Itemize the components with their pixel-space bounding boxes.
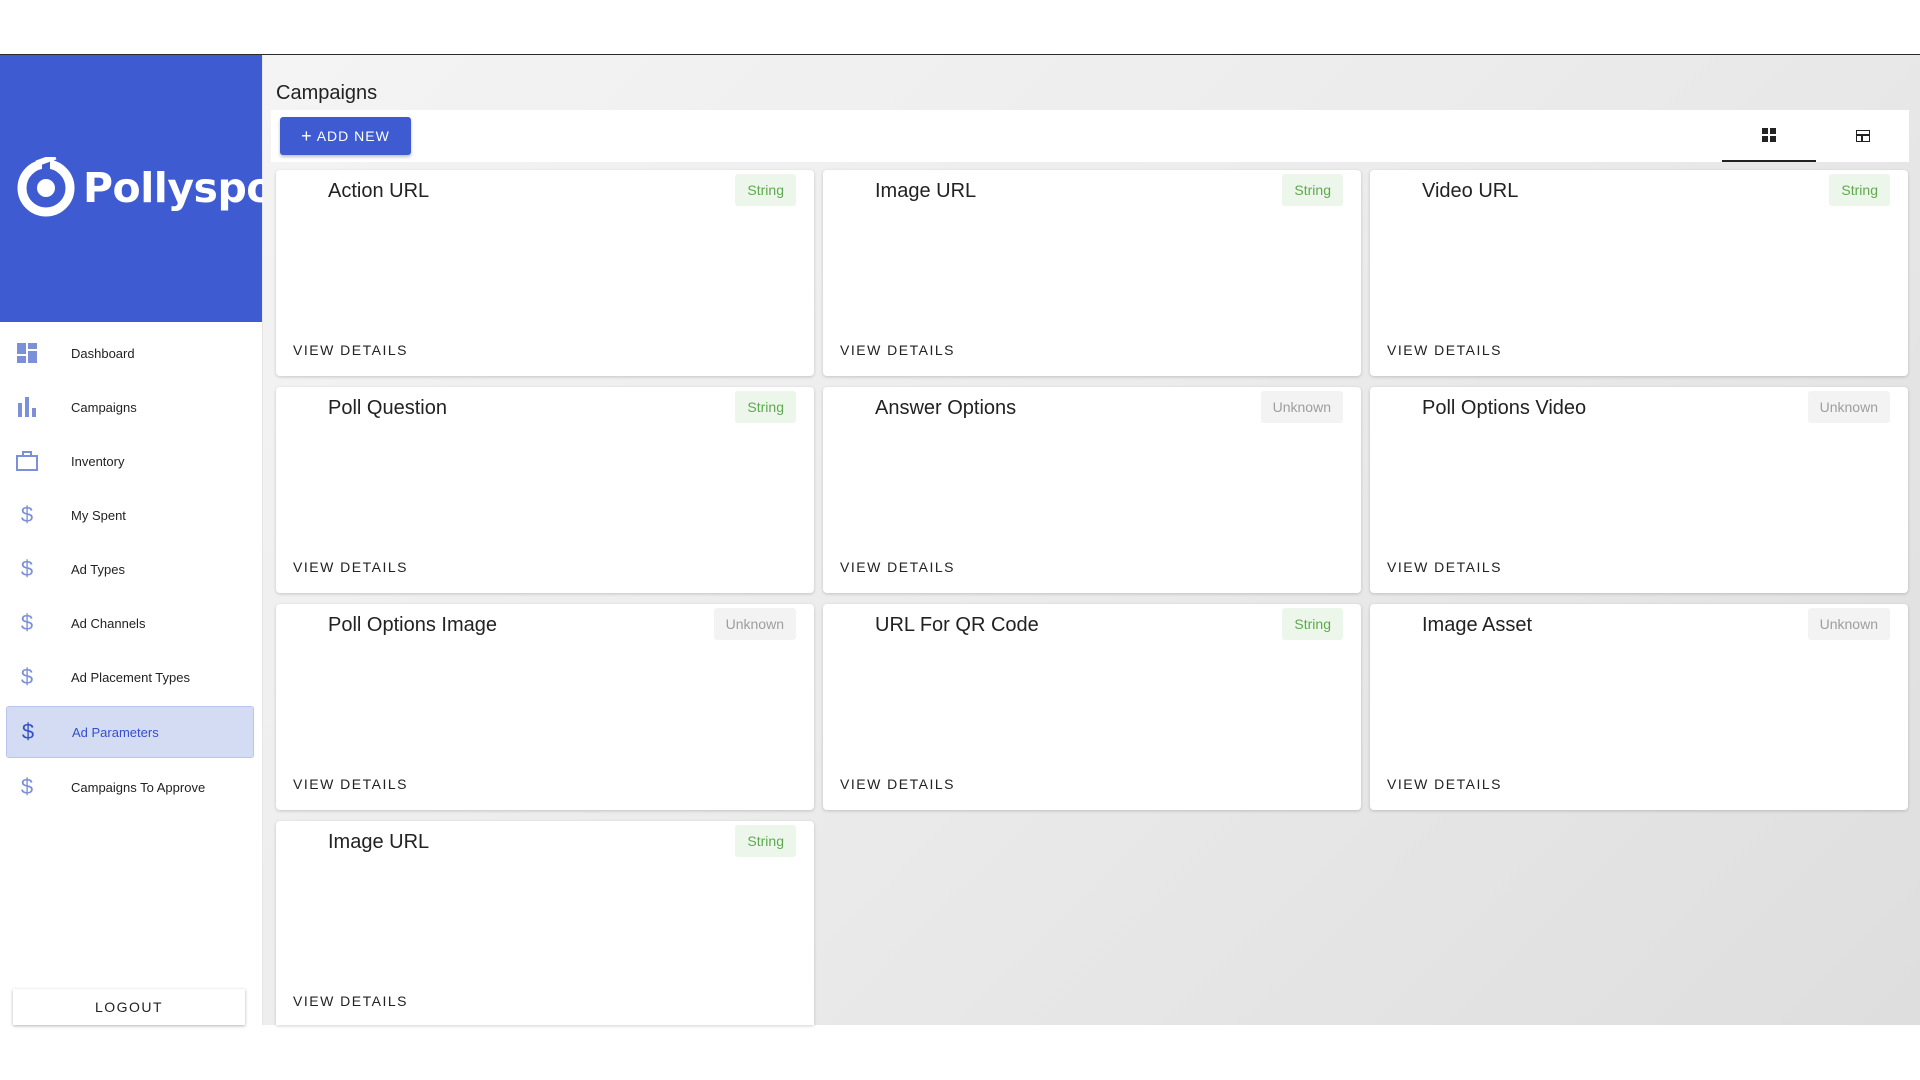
parameter-card: URL For QR Code String VIEW DETAILS [823,604,1361,810]
table-view-icon [1856,130,1870,142]
type-chip: String [735,825,796,857]
view-details-button[interactable]: VIEW DETAILS [1387,559,1502,575]
toolbar [271,110,1909,162]
sidebar: Pollyspot Dashboard Campaigns Inventory … [0,55,294,1025]
card-title: Action URL [328,180,430,202]
dollar-icon: $ [20,556,34,581]
type-chip: String [1282,608,1343,640]
card-title: Poll Question [328,397,447,419]
type-chip: String [735,391,796,423]
card-title: URL For QR Code [875,614,1039,636]
parameter-card: Video URL String VIEW DETAILS [1370,170,1908,376]
page-title: Campaigns [276,82,378,104]
view-details-button[interactable]: VIEW DETAILS [293,776,408,792]
sidebar-item-campaigns[interactable]: Campaigns [6,382,254,432]
sidebar-item-label: Ad Parameters [72,724,159,740]
card-title: Image URL [875,180,977,202]
brand-name: Pollyspot [83,164,294,212]
bar-chart-icon [15,395,39,419]
dollar-icon: $ [21,719,35,744]
sidebar-item-label: Inventory [71,453,125,469]
type-chip: String [1282,174,1343,206]
type-chip: Unknown [1807,608,1890,640]
view-details-button[interactable]: VIEW DETAILS [293,993,408,1009]
sidebar-item-label: Ad Channels [71,615,146,631]
view-details-button[interactable]: VIEW DETAILS [1387,776,1502,792]
view-details-button[interactable]: VIEW DETAILS [840,559,955,575]
sidebar-item-ad-parameters[interactable]: $ Ad Parameters [6,706,254,758]
plus-icon: + [301,125,313,146]
parameter-card: Action URL String VIEW DETAILS [276,170,814,376]
parameter-card: Image URL String VIEW DETAILS [823,170,1361,376]
add-new-button[interactable]: + ADD NEW [280,117,411,155]
sidebar-item-label: Campaigns [71,399,137,415]
brand-header: Pollyspot [0,55,294,322]
sidebar-nav: Dashboard Campaigns Inventory $ My Spent… [6,328,254,816]
view-details-button[interactable]: VIEW DETAILS [293,559,408,575]
add-new-label: ADD NEW [316,128,390,144]
parameter-card: Poll Options Video Unknown VIEW DETAILS [1370,387,1908,593]
view-details-button[interactable]: VIEW DETAILS [840,776,955,792]
sidebar-item-label: My Spent [71,507,126,523]
parameter-card: Answer Options Unknown VIEW DETAILS [823,387,1361,593]
dashboard-icon [15,341,39,365]
table-view-toggle[interactable] [1816,110,1910,162]
sidebar-item-inventory[interactable]: Inventory [6,436,254,486]
card-title: Image Asset [1422,614,1533,636]
main-content: Campaigns + ADD NEW Action URL String VI… [263,55,1920,1025]
dollar-icon: $ [20,774,34,799]
type-chip: String [735,174,796,206]
card-title: Poll Options Image [328,614,497,636]
sidebar-item-dashboard[interactable]: Dashboard [6,328,254,378]
card-title: Image URL [328,831,430,853]
type-chip: Unknown [1807,391,1890,423]
parameter-card: Image Asset Unknown VIEW DETAILS [1370,604,1908,810]
sidebar-item-my-spent[interactable]: $ My Spent [6,490,254,540]
card-title: Poll Options Video [1422,397,1587,419]
parameter-card: Image URL String VIEW DETAILS [276,821,814,1025]
parameter-card: Poll Question String VIEW DETAILS [276,387,814,593]
card-title: Video URL [1422,180,1519,202]
type-chip: String [1829,174,1890,206]
card-title: Answer Options [875,397,1017,419]
dollar-icon: $ [20,664,34,689]
logout-button[interactable]: LOGOUT [13,989,245,1025]
sidebar-item-label: Ad Types [71,561,125,577]
briefcase-icon [15,449,39,473]
logo[interactable]: Pollyspot [15,157,294,219]
view-details-button[interactable]: VIEW DETAILS [1387,342,1502,358]
sidebar-item-ad-channels[interactable]: $ Ad Channels [6,598,254,648]
sidebar-item-ad-placement-types[interactable]: $ Ad Placement Types [6,652,254,702]
sidebar-item-campaigns-to-approve[interactable]: $ Campaigns To Approve [6,762,254,812]
view-details-button[interactable]: VIEW DETAILS [293,342,408,358]
grid-view-icon [1762,128,1776,142]
parameter-card: Poll Options Image Unknown VIEW DETAILS [276,604,814,810]
type-chip: Unknown [1260,391,1343,423]
type-chip: Unknown [713,608,796,640]
sidebar-item-label: Campaigns To Approve [71,779,206,795]
sidebar-item-label: Dashboard [71,345,135,361]
view-details-button[interactable]: VIEW DETAILS [840,342,955,358]
dollar-icon: $ [20,502,34,527]
sidebar-item-label: Ad Placement Types [71,669,190,685]
pollyspot-logo-icon [17,157,75,217]
dollar-icon: $ [20,610,34,635]
grid-view-toggle[interactable] [1722,110,1816,162]
sidebar-item-ad-types[interactable]: $ Ad Types [6,544,254,594]
